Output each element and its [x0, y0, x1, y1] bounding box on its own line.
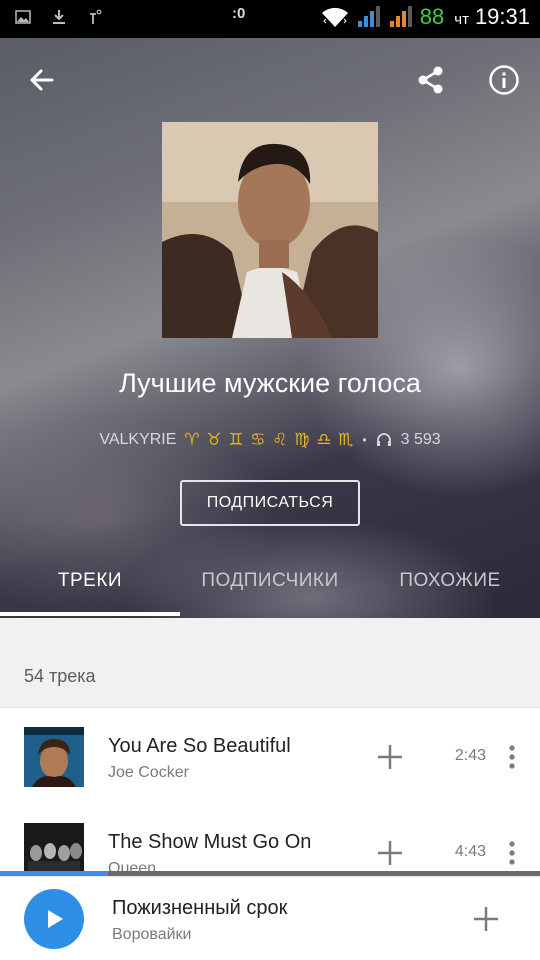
share-button[interactable] — [409, 58, 453, 102]
track-row[interactable]: You Are So Beautiful Joe Cocker 2:43 — [0, 709, 540, 805]
back-button[interactable] — [20, 58, 64, 102]
download-icon — [53, 10, 65, 24]
signal-icon — [357, 6, 380, 27]
track-duration: 2:43 — [454, 747, 486, 764]
author-symbols: ♈ ♉ ♊ ♋ ♌ ♍ ♎ ♏ — [184, 430, 355, 449]
arrow-back-icon — [30, 69, 54, 91]
listen-count: 3 593 — [400, 431, 441, 448]
author-name[interactable]: VALKYRIE — [99, 431, 176, 449]
now-playing-artist: Воровайки — [112, 926, 192, 943]
meta-separator: • — [362, 433, 367, 447]
tab-subscribers[interactable]: ПОДПИСЧИКИ — [180, 566, 360, 618]
playlist-header: Лучшие мужские голоса VALKYRIE ♈ ♉ ♊ ♋ ♌… — [0, 38, 540, 618]
status-center-text: :0 — [232, 5, 246, 22]
now-playing-title: Пожизненный срок — [112, 897, 288, 919]
track-duration: 4:43 — [454, 843, 486, 860]
tab-bar: ТРЕКИ ПОДПИСЧИКИ ПОХОЖИЕ — [0, 566, 540, 618]
info-button[interactable] — [482, 58, 526, 102]
play-icon — [48, 910, 63, 928]
wifi-icon — [321, 7, 348, 27]
info-icon — [489, 65, 519, 95]
album-art — [24, 727, 84, 787]
share-icon — [418, 66, 443, 94]
track-count: 54 трека — [24, 666, 96, 686]
add-icon[interactable] — [374, 741, 406, 773]
playlist-cover — [162, 122, 378, 338]
tab-indicator — [0, 612, 180, 616]
track-count-section: 54 трека — [0, 618, 540, 708]
status-day: чт — [454, 10, 469, 28]
track-artist: Joe Cocker — [108, 764, 189, 781]
tab-similar[interactable]: ПОХОЖИЕ — [360, 566, 540, 618]
status-bar: :0 88 чт 19:31 — [0, 0, 540, 38]
headphones-icon — [376, 433, 391, 446]
add-icon[interactable] — [374, 837, 406, 869]
more-vert-icon[interactable] — [500, 837, 524, 869]
track-title: You Are So Beautiful — [108, 735, 291, 757]
add-icon[interactable] — [470, 903, 502, 935]
track-thumbnail — [24, 727, 84, 787]
status-time: 19:31 — [474, 4, 530, 29]
mini-player[interactable]: Пожизненный срок Воровайки — [0, 876, 540, 960]
cover-image — [162, 122, 378, 338]
status-left-icons — [14, 8, 104, 26]
image-icon — [15, 10, 31, 24]
signal-icon — [389, 6, 412, 27]
track-title: The Show Must Go On — [108, 831, 312, 853]
playlist-meta: VALKYRIE ♈ ♉ ♊ ♋ ♌ ♍ ♎ ♏ • 3 593 — [0, 430, 540, 450]
status-right: 88 чт 19:31 — [320, 4, 530, 30]
tab-tracks[interactable]: ТРЕКИ — [0, 566, 180, 618]
subscribe-button[interactable]: ПОДПИСАТЬСЯ — [180, 480, 360, 526]
more-vert-icon[interactable] — [500, 741, 524, 773]
play-button[interactable] — [24, 889, 84, 949]
playlist-title: Лучшие мужские голоса — [119, 368, 421, 398]
battery-level: 88 — [419, 4, 445, 29]
temperature-icon — [90, 9, 102, 24]
